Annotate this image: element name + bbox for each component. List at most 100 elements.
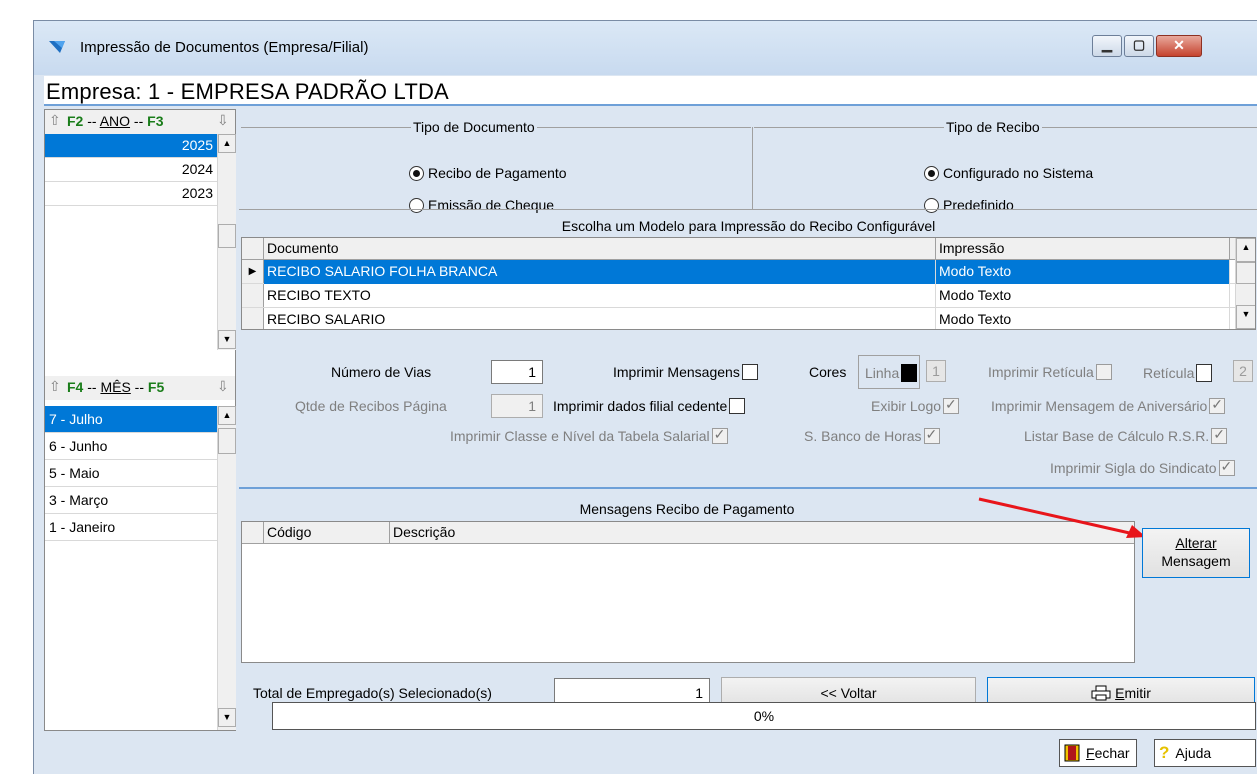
progress-bar: 0% [272,702,1256,730]
close-button[interactable]: ✕ [1156,35,1202,57]
month-prev-arrow-icon[interactable]: ⇧ [49,378,61,395]
mensagens-divider [239,487,1257,489]
qtde-recibos-label: Qtde de Recibos Página [295,398,447,414]
banco-horas-checkbox [923,426,940,444]
window-title: Impressão de Documentos (Empresa/Filial) [80,39,369,56]
row-indicator [242,284,264,307]
main-panel: Tipo de Documento Recibo de Pagamento Emi… [239,109,1257,741]
sigla-sindicato-option: Imprimir Sigla do Sindicato [1050,458,1235,476]
radio-button[interactable] [924,166,939,181]
red-arrow-annotation [978,497,1146,538]
table-row[interactable]: RECIBO TEXTO Modo Texto [242,284,1255,308]
month-label: MÊS [100,379,131,395]
scroll-down-icon[interactable]: ▼ [1236,305,1255,329]
maximize-button[interactable]: ▢ [1124,35,1154,57]
reticula-spinner: 2 [1233,360,1253,382]
linha-color-swatch[interactable] [901,364,918,382]
minimize-button[interactable]: ▁ [1092,35,1122,57]
month-nav-header: ⇧ F4 -- MÊS -- F5 ⇩ [45,376,235,400]
numero-vias-input[interactable]: 1 [491,360,543,384]
imprimir-mensagens-option[interactable]: Imprimir Mensagens [613,364,758,380]
modelo-scrollbar[interactable]: ▲ ▼ [1235,238,1255,329]
tipo-documento-title: Tipo de Documento [411,119,537,135]
cell-documento[interactable]: RECIBO SALARIO [264,308,936,329]
tipo-recibo-option[interactable]: Configurado no Sistema [924,165,1093,181]
imprimir-mensagens-checkbox[interactable] [741,364,758,380]
scroll-thumb[interactable] [218,428,236,454]
linha-spinner: 1 [926,360,946,382]
year-label: ANO [99,113,131,129]
linha-group: Linha [858,355,920,389]
imprimir-dados-filial-option[interactable]: Imprimir dados filial cedente [553,398,746,414]
group-divider [752,127,753,209]
printer-icon [1091,685,1111,701]
year-item[interactable]: 2023 [45,182,217,206]
sigla-sindicato-checkbox [1218,458,1235,476]
scroll-up-icon[interactable]: ▲ [218,134,236,153]
cell-documento[interactable]: RECIBO SALARIO FOLHA BRANCA [264,260,936,284]
cell-impressao[interactable]: Modo Texto [936,308,1230,329]
scroll-down-icon[interactable]: ▼ [218,330,236,349]
scroll-up-icon[interactable]: ▲ [218,406,236,425]
mensagem-aniversario-option: Imprimir Mensagem de Aniversário [991,396,1226,414]
year-next-arrow-icon[interactable]: ⇩ [217,112,229,129]
radio-button[interactable] [409,198,424,213]
month-scrollbar[interactable]: ▲ ▼ [217,406,236,730]
col-documento[interactable]: Documento [264,238,936,260]
month-item[interactable]: 6 - Junho [45,433,217,460]
exibir-logo-option: Exibir Logo [871,396,960,414]
year-item[interactable]: 2025 [45,134,217,158]
banco-horas-option: S. Banco de Horas [804,426,940,444]
radio-button[interactable] [924,198,939,213]
radio-button[interactable] [409,166,424,181]
table-row[interactable]: ▶ RECIBO SALARIO FOLHA BRANCA Modo Texto [242,260,1255,284]
empresa-header: Empresa: 1 - EMPRESA PADRÃO LTDA [44,76,1257,106]
reticula-option: Retícula [1143,364,1213,382]
exibir-logo-checkbox [943,396,960,414]
tipo-recibo-option[interactable]: Predefinido [924,197,1014,213]
fechar-button[interactable]: Fechar [1059,739,1137,767]
cell-impressao[interactable]: Modo Texto [936,284,1230,308]
qtde-recibos-input: 1 [491,394,543,418]
modelo-grid: Documento Impressão ▶ RECIBO SALARIO FOLH… [241,237,1256,330]
year-prev-key: F2 [67,113,84,129]
close-icon: ✕ [1173,37,1185,53]
main-window: Impressão de Documentos (Empresa/Filial)… [33,20,1257,774]
col-impressao[interactable]: Impressão [936,238,1230,260]
row-pointer-icon: ▶ [242,260,264,283]
section-divider [239,209,1257,210]
year-prev-arrow-icon[interactable]: ⇧ [49,112,61,129]
month-item[interactable]: 7 - Julho [45,406,217,433]
maximize-icon: ▢ [1132,37,1146,52]
year-scrollbar[interactable]: ▲ ▼ [217,134,236,350]
help-icon: ? [1159,743,1170,762]
imprimir-classe-checkbox [711,426,728,444]
scroll-up-icon[interactable]: ▲ [1236,238,1255,262]
imprimir-dados-filial-checkbox[interactable] [729,398,746,414]
cell-documento[interactable]: RECIBO TEXTO [264,284,936,308]
month-next-arrow-icon[interactable]: ⇩ [217,378,229,395]
imprimir-reticula-checkbox [1095,364,1112,380]
ajuda-button[interactable]: ? Ajuda [1154,739,1256,767]
table-row[interactable]: RECIBO SALARIO Modo Texto [242,308,1255,329]
scroll-thumb[interactable] [218,224,236,248]
month-item[interactable]: 1 - Janeiro [45,514,217,541]
tipo-documento-option[interactable]: Emissão de Cheque [409,197,554,213]
scroll-thumb[interactable] [1236,262,1255,284]
scroll-down-icon[interactable]: ▼ [218,708,236,727]
cores-label: Cores [809,364,847,380]
period-navigator: ⇧ F2 -- ANO -- F3 ⇩ 2025 2024 2023 ▲ ▼ ⇧ F… [44,109,236,731]
modelo-title: Escolha um Modelo para Impressão do Reci… [561,218,936,234]
imprimir-reticula-option: Imprimir Retícula [988,364,1112,380]
col-codigo[interactable]: Código [264,522,390,544]
month-item[interactable]: 5 - Maio [45,460,217,487]
cell-impressao[interactable]: Modo Texto [936,260,1230,284]
app-icon [49,41,65,53]
alterar-mensagem-button[interactable]: Alterar Mensagem [1142,528,1250,578]
month-item[interactable]: 3 - Março [45,487,217,514]
year-item[interactable]: 2024 [45,158,217,182]
tipo-documento-option[interactable]: Recibo de Pagamento [409,165,567,181]
modelo-grid-header: Documento Impressão [242,238,1255,260]
row-indicator [242,308,264,329]
total-empregados-label: Total de Empregado(s) Selecionado(s) [253,685,492,701]
